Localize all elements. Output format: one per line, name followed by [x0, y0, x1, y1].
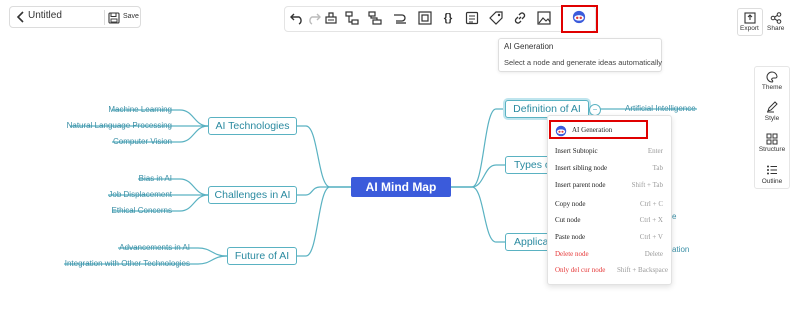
shortcut-ctrl-c: Ctrl + C	[639, 200, 663, 208]
menu-item-only-delete-current-node[interactable]: Only del cur node	[555, 266, 605, 274]
leaf-computer-vision[interactable]: Computer Vision	[113, 137, 172, 146]
menu-item-insert-parent[interactable]: Insert parent node	[555, 181, 606, 189]
menu-item-cut-node[interactable]: Cut node	[555, 216, 580, 224]
topic-ai-technologies[interactable]: AI Technologies	[208, 117, 297, 135]
shortcut-shift-tab: Shift + Tab	[631, 181, 663, 189]
leaf-natural-language-processing[interactable]: Natural Language Processing	[67, 121, 172, 130]
shortcut-ctrl-v: Ctrl + V	[639, 233, 663, 241]
leaf-advancements-in-ai[interactable]: Advancements in AI	[119, 243, 190, 252]
leaf-ethical-concerns[interactable]: Ethical Concerns	[112, 206, 172, 215]
menu-item-insert-sibling[interactable]: Insert sibling node	[555, 164, 607, 172]
menu-ai-generation-highlight	[549, 120, 648, 139]
menu-item-paste-node[interactable]: Paste node	[555, 233, 585, 241]
leaf-job-displacement[interactable]: Job Displacement	[108, 190, 172, 199]
leaf-machine-learning[interactable]: Machine Learning	[108, 105, 172, 114]
leaf-partial-text[interactable]: ation	[672, 245, 689, 254]
shortcut-delete: Delete	[644, 250, 663, 258]
leaf-integration-with-other-technologies[interactable]: Integration with Other Technologies	[65, 259, 190, 268]
shortcut-shift-backspace: Shift + Backspace	[617, 266, 668, 274]
shortcut-tab: Tab	[652, 164, 663, 172]
shortcut-enter: Enter	[647, 147, 663, 155]
mindmap-connectors	[64, 108, 697, 265]
mindmap-root-node[interactable]: AI Mind Map	[351, 177, 451, 197]
menu-item-delete-node[interactable]: Delete node	[555, 250, 589, 258]
leaf-artificial-intelligence[interactable]: Artificial Intelligence	[625, 104, 696, 113]
menu-item-insert-subtopic[interactable]: Insert Subtopic	[555, 147, 598, 155]
topic-challenges-in-ai[interactable]: Challenges in AI	[208, 186, 297, 204]
topic-future-of-ai[interactable]: Future of AI	[227, 247, 297, 265]
leaf-bias-in-ai[interactable]: Bias in AI	[139, 174, 172, 183]
leaf-partial-text[interactable]: e	[672, 212, 676, 221]
shortcut-ctrl-x: Ctrl + X	[639, 216, 663, 224]
menu-item-copy-node[interactable]: Copy node	[555, 200, 586, 208]
